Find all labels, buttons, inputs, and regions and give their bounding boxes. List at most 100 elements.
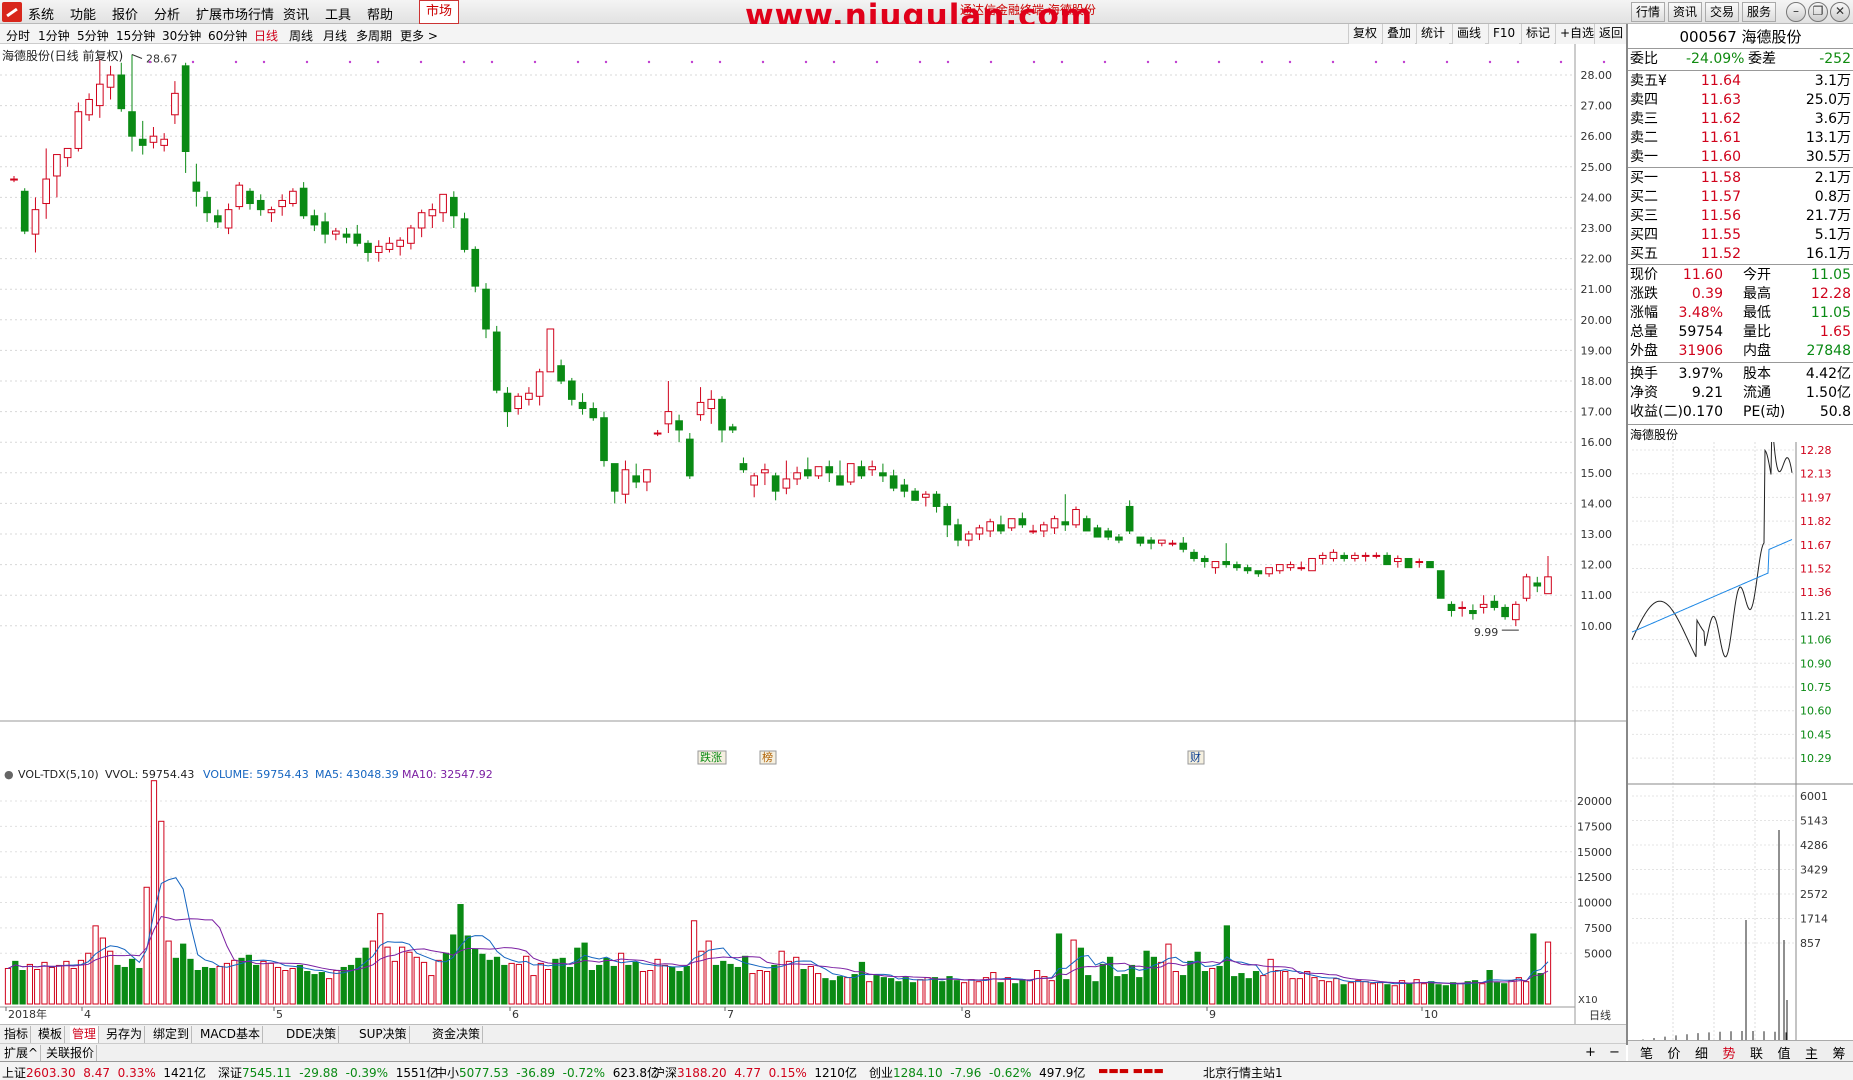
ask-row[interactable]: 卖五¥ 11.64 3.1万 <box>1630 72 1853 91</box>
candle-body[interactable] <box>246 190 254 205</box>
volume-bar[interactable] <box>1223 925 1230 1005</box>
candle-body[interactable] <box>1147 539 1155 544</box>
volume-bar[interactable] <box>1209 967 1216 1005</box>
restore-icon[interactable]: ❐ <box>1808 2 1828 22</box>
volume-bar[interactable] <box>1515 977 1522 1005</box>
candle-body[interactable] <box>85 98 93 116</box>
candle-body[interactable] <box>203 196 211 214</box>
ask-row[interactable]: 卖三 11.62 3.6万 <box>1630 110 1853 129</box>
volume-bar[interactable] <box>1355 980 1362 1005</box>
candle-body[interactable] <box>1522 576 1531 599</box>
candle-body[interactable] <box>879 472 887 477</box>
candle-body[interactable] <box>492 331 501 391</box>
candle-body[interactable] <box>911 490 919 501</box>
volume-bar[interactable] <box>953 980 960 1005</box>
volume-bar[interactable] <box>457 904 464 1005</box>
menu-function[interactable]: 功能 <box>70 4 96 23</box>
volume-bar[interactable] <box>1041 976 1048 1005</box>
volume-bar[interactable] <box>523 955 530 1005</box>
volume-bar[interactable] <box>537 962 544 1005</box>
volume-bar[interactable] <box>909 982 917 1005</box>
volume-bar[interactable] <box>1026 980 1033 1005</box>
candle-body[interactable] <box>1340 554 1349 559</box>
candle-body[interactable] <box>1393 557 1402 563</box>
volume-bar[interactable] <box>253 964 260 1005</box>
volume-bar[interactable] <box>581 942 588 1005</box>
candle-body[interactable] <box>857 466 866 477</box>
volume-bar[interactable] <box>1428 981 1435 1005</box>
candle-body[interactable] <box>718 398 726 431</box>
menu-system[interactable]: 系统 <box>28 4 54 23</box>
candle-body[interactable] <box>782 478 791 489</box>
candle-body[interactable] <box>814 466 823 477</box>
candle-body[interactable] <box>289 190 297 205</box>
candle-body[interactable] <box>1179 542 1188 550</box>
period-tab[interactable]: 多周期 <box>356 27 392 44</box>
candle-body[interactable] <box>997 524 1005 532</box>
candle-body[interactable] <box>1254 570 1263 575</box>
volume-bar[interactable] <box>836 976 844 1005</box>
volume-bar[interactable] <box>304 971 311 1005</box>
candle-body[interactable] <box>1479 603 1488 608</box>
top-button-trade[interactable]: 交易 <box>1705 2 1740 22</box>
volume-bar[interactable] <box>1362 981 1369 1005</box>
candle-body[interactable] <box>685 438 694 477</box>
volume-bar[interactable] <box>625 964 632 1005</box>
volume-bar[interactable] <box>939 981 946 1005</box>
ask-row[interactable]: 卖四 11.63 25.0万 <box>1630 91 1853 110</box>
volume-bar[interactable] <box>34 968 41 1005</box>
top-button-market[interactable]: 行情 <box>1631 2 1666 22</box>
volume-bar[interactable] <box>873 975 880 1005</box>
candle-body[interactable] <box>535 371 544 397</box>
volume-bar[interactable] <box>180 943 187 1005</box>
volume-bar[interactable] <box>1377 982 1384 1005</box>
candle-body[interactable] <box>1233 564 1241 569</box>
tool-stats[interactable]: 统计 <box>1416 24 1450 44</box>
volume-bar[interactable] <box>428 975 435 1005</box>
volume-bar[interactable] <box>1449 982 1457 1005</box>
candle-body[interactable] <box>181 65 190 152</box>
volume-bar[interactable] <box>720 960 727 1005</box>
volume-bar[interactable] <box>1464 981 1471 1005</box>
candle-body[interactable] <box>342 233 351 238</box>
volume-bar[interactable] <box>1486 970 1493 1005</box>
volume-bar[interactable] <box>515 963 523 1005</box>
candle-body[interactable] <box>364 242 372 253</box>
candle-body[interactable] <box>396 239 405 247</box>
volume-bar[interactable] <box>1274 970 1282 1005</box>
volume-bar[interactable] <box>1296 978 1303 1005</box>
volume-bar[interactable] <box>355 957 362 1005</box>
indicator-tab[interactable]: 另存为 <box>104 1026 146 1043</box>
volume-bar[interactable] <box>982 977 990 1005</box>
candle-body[interactable] <box>63 147 72 159</box>
candle-body[interactable] <box>1511 603 1520 621</box>
volume-bar[interactable] <box>661 964 668 1005</box>
volume-bar[interactable] <box>1479 983 1486 1005</box>
candle-body[interactable] <box>954 524 962 541</box>
volume-bar[interactable] <box>245 954 252 1005</box>
volume-bar[interactable] <box>1245 978 1252 1005</box>
candle-body[interactable] <box>321 221 329 235</box>
candle-body[interactable] <box>213 215 222 223</box>
candle-body[interactable] <box>1222 561 1231 566</box>
volume-bar[interactable] <box>968 979 975 1005</box>
candle-body[interactable] <box>106 74 115 88</box>
candle-body[interactable] <box>1200 557 1209 563</box>
candle-body[interactable] <box>696 401 705 416</box>
candle-body[interactable] <box>1029 530 1037 533</box>
volume-bar[interactable] <box>420 961 428 1005</box>
volume-bar[interactable] <box>924 977 931 1005</box>
candle-body[interactable] <box>1436 570 1445 599</box>
right-panel-tab[interactable]: 联 <box>1750 1043 1763 1062</box>
tab-expand[interactable]: 扩展^ <box>2 1045 42 1062</box>
candle-body[interactable] <box>921 493 930 498</box>
period-tab[interactable]: 30分钟 <box>162 27 201 44</box>
period-tab[interactable]: 月线 <box>323 27 347 44</box>
volume-bar[interactable] <box>712 964 720 1005</box>
volume-bar[interactable] <box>435 959 442 1005</box>
volume-bar[interactable] <box>946 976 953 1005</box>
candle-body[interactable] <box>546 328 555 373</box>
indicator-tab[interactable]: SUP决策 <box>357 1026 410 1043</box>
candle-body[interactable] <box>1072 509 1080 526</box>
candle-body[interactable] <box>1115 536 1123 541</box>
